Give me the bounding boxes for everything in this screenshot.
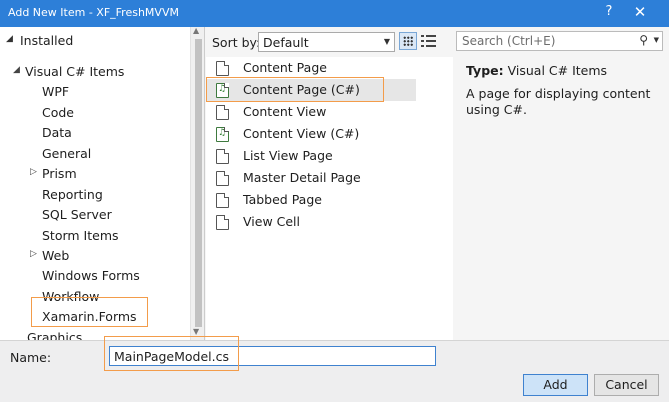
page-icon <box>216 105 229 120</box>
dialog-body: ◢ Installed ◢ Visual C# Items WPF Code D… <box>0 27 669 340</box>
tree-node-workflow[interactable]: Workflow <box>42 289 99 309</box>
template-list-panel: Sort by: Default ▼ Content Page Content … <box>206 27 453 340</box>
name-field[interactable]: MainPageModel.cs <box>109 346 436 366</box>
cancel-button[interactable]: Cancel <box>594 374 659 396</box>
chevron-down-icon[interactable]: ▼ <box>654 36 659 44</box>
csharp-page-icon <box>216 127 229 142</box>
grid-view-icon[interactable] <box>399 32 417 50</box>
scroll-down-icon[interactable]: ▼ <box>193 327 199 336</box>
title-bar: Add New Item - XF_FreshMVVM ? ✕ <box>0 0 669 27</box>
type-info: Type: Visual C# Items <box>466 63 607 78</box>
template-item[interactable]: List View Page <box>206 145 416 167</box>
tree-node-xamarin-forms[interactable]: Xamarin.Forms <box>42 309 137 329</box>
category-tree-panel: ◢ Installed ◢ Visual C# Items WPF Code D… <box>0 27 205 340</box>
window-title: Add New Item - XF_FreshMVVM <box>8 6 179 19</box>
bottom-bar: Name: MainPageModel.cs Add Cancel <box>0 336 669 402</box>
sort-select[interactable]: Default ▼ <box>258 32 395 52</box>
search-input[interactable]: Search (Ctrl+E) ⚲ ▼ <box>456 31 663 51</box>
tree-node-installed[interactable]: ◢ Installed <box>6 33 186 51</box>
template-item[interactable]: View Cell <box>206 211 416 233</box>
page-icon <box>216 61 229 76</box>
sort-toolbar: Sort by: Default ▼ <box>206 27 453 57</box>
tree-node-reporting[interactable]: Reporting <box>42 187 103 207</box>
template-description: A page for displaying content using C#. <box>466 86 651 117</box>
tree-node-windows-forms[interactable]: Windows Forms <box>42 268 140 288</box>
collapse-icon[interactable]: ◢ <box>6 34 13 44</box>
template-item[interactable]: Tabbed Page <box>206 189 416 211</box>
collapse-icon[interactable]: ◢ <box>13 65 20 75</box>
type-value: Visual C# Items <box>507 63 608 78</box>
page-icon <box>216 171 229 186</box>
template-item[interactable]: Content View (C#) <box>206 123 416 145</box>
template-item-selected[interactable]: Content Page (C#) <box>206 79 416 101</box>
tree-node-graphics[interactable]: Graphics <box>27 330 82 340</box>
scrollbar-thumb[interactable] <box>195 39 202 327</box>
sort-label: Sort by: <box>212 35 261 50</box>
type-label: Type: <box>466 63 504 78</box>
tree-node-code[interactable]: Code <box>42 105 74 125</box>
search-icon[interactable]: ⚲ <box>639 33 648 47</box>
page-icon <box>216 149 229 164</box>
tree-node-storm-items[interactable]: Storm Items <box>42 228 119 248</box>
tree-node-sql-server[interactable]: SQL Server <box>42 207 112 227</box>
name-label: Name: <box>10 350 52 365</box>
details-panel: Search (Ctrl+E) ⚲ ▼ Type: Visual C# Item… <box>453 27 669 340</box>
chevron-down-icon: ▼ <box>383 37 390 46</box>
page-icon <box>216 215 229 230</box>
tree-node-general[interactable]: General <box>42 146 91 166</box>
tree-node-prism[interactable]: ▷ Prism <box>30 166 77 186</box>
help-button[interactable]: ? <box>600 4 618 19</box>
list-view-icon[interactable] <box>421 34 437 48</box>
add-button[interactable]: Add <box>523 374 588 396</box>
tree-node-web[interactable]: ▷ Web <box>30 248 69 268</box>
expand-icon[interactable]: ▷ <box>30 167 37 177</box>
tree-scrollbar[interactable]: ▲ ▼ <box>190 27 204 340</box>
close-button[interactable]: ✕ <box>630 3 650 21</box>
template-item[interactable]: Content View <box>206 101 416 123</box>
scroll-up-icon[interactable]: ▲ <box>193 27 199 35</box>
page-icon <box>216 193 229 208</box>
csharp-page-icon <box>216 83 229 98</box>
tree-node-visual-csharp-items[interactable]: ◢ Visual C# Items <box>13 64 124 84</box>
tree-node-wpf[interactable]: WPF <box>42 84 69 104</box>
template-item[interactable]: Master Detail Page <box>206 167 416 189</box>
tree-node-data[interactable]: Data <box>42 125 72 145</box>
expand-icon[interactable]: ▷ <box>30 249 37 259</box>
template-item[interactable]: Content Page <box>206 57 416 79</box>
